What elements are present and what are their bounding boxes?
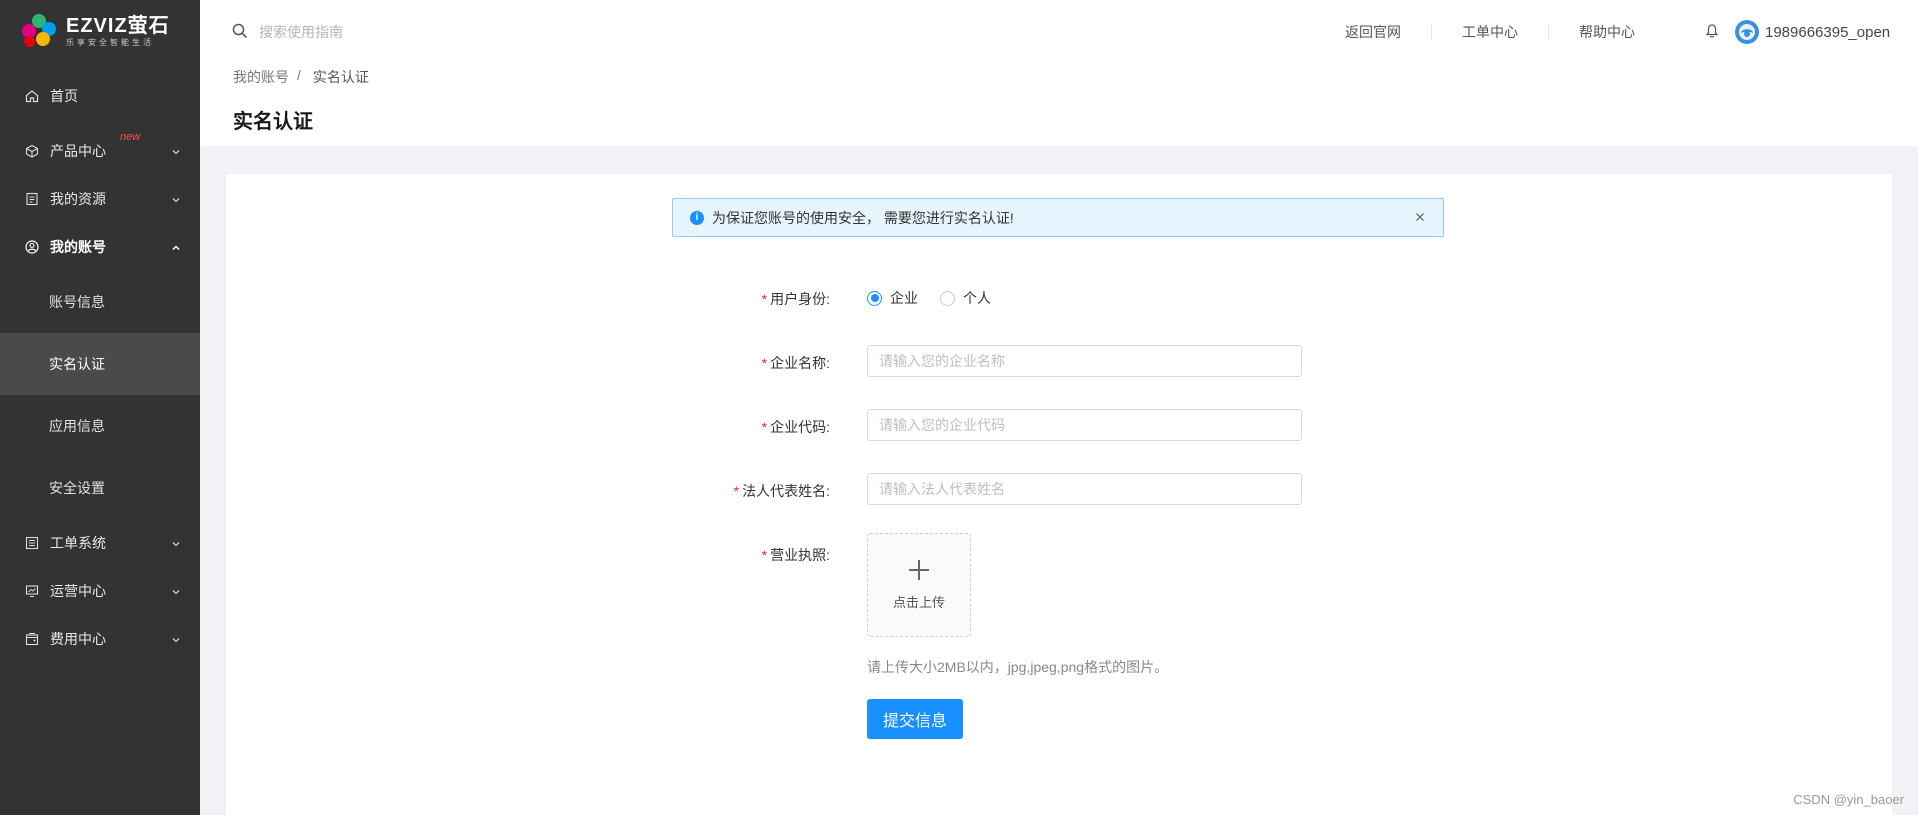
username[interactable]: 1989666395_open xyxy=(1765,24,1890,41)
submit-button[interactable]: 提交信息 xyxy=(867,699,963,739)
radio-individual-label[interactable]: 个人 xyxy=(963,288,991,308)
sidebar-item-home[interactable]: 首页 xyxy=(0,72,200,120)
page-title: 实名认证 xyxy=(233,111,313,133)
radio-enterprise[interactable] xyxy=(867,290,882,306)
chevron-down-icon xyxy=(170,585,182,597)
top-bar: 搜索使用指南 返回官网 工单中心 帮助中心 1989666395_open xyxy=(200,0,1918,64)
sidebar-item-operations[interactable]: 运营中心 xyxy=(0,567,200,615)
logo[interactable]: EZVIZ萤石 乐享安全智能生活 xyxy=(0,0,200,62)
chevron-down-icon xyxy=(170,537,182,549)
sidebar-item-label: 运营中心 xyxy=(50,583,106,599)
sidebar-item-account[interactable]: 我的账号 xyxy=(0,223,200,271)
breadcrumb-separator: / xyxy=(297,67,301,83)
sidebar-item-label: 我的账号 xyxy=(50,239,106,255)
user-circle-icon xyxy=(25,240,39,254)
identity-label: * 用户身份: xyxy=(761,291,830,307)
close-icon[interactable] xyxy=(1413,210,1427,224)
sidebar-item-label: 首页 xyxy=(50,88,78,104)
sidebar-item-products[interactable]: 产品中心 new xyxy=(0,127,200,175)
back-to-site-link[interactable]: 返回官网 xyxy=(1315,25,1432,39)
auth-form-card: i 为保证您账号的使用安全， 需要您进行实名认证! * 用户身份: 企业 个人 *… xyxy=(226,174,1892,815)
company-name-input[interactable] xyxy=(867,345,1302,377)
sidebar-item-label: 我的资源 xyxy=(50,191,106,207)
logo-brand: EZVIZ萤石 xyxy=(66,14,170,37)
radio-individual[interactable] xyxy=(940,290,955,306)
plus-icon xyxy=(909,559,929,580)
help-center-link[interactable]: 帮助中心 xyxy=(1549,25,1665,39)
sidebar-item-label: 工单系统 xyxy=(50,535,106,551)
alert-message: 为保证您账号的使用安全， 需要您进行实名认证! xyxy=(712,209,1014,226)
bell-icon[interactable] xyxy=(1705,23,1719,42)
sidebar-item-resources[interactable]: 我的资源 xyxy=(0,175,200,223)
document-icon xyxy=(25,192,39,206)
monitor-chart-icon xyxy=(25,584,39,598)
required-mark: * xyxy=(761,547,768,563)
ezviz-logo-icon xyxy=(20,12,58,50)
package-icon xyxy=(25,144,39,158)
info-icon: i xyxy=(690,210,704,225)
sidebar-item-label: 费用中心 xyxy=(50,631,106,647)
search-box[interactable]: 搜索使用指南 xyxy=(232,22,343,42)
sidebar-item-billing[interactable]: 费用中心 xyxy=(0,615,200,663)
company-name-label: * 企业名称: xyxy=(761,355,830,371)
logo-slogan: 乐享安全智能生活 xyxy=(66,37,154,47)
breadcrumb-parent-link[interactable]: 我的账号 xyxy=(233,67,289,87)
breadcrumb-current: 实名认证 xyxy=(312,69,369,85)
sidebar-subitem-account-info[interactable]: 账号信息 xyxy=(0,271,200,333)
breadcrumb: 我的账号 / 实名认证 xyxy=(233,67,369,87)
required-mark: * xyxy=(761,291,768,307)
company-code-label: * 企业代码: xyxy=(761,419,830,435)
sidebar-item-tickets[interactable]: 工单系统 xyxy=(0,519,200,567)
home-icon xyxy=(25,89,39,103)
chevron-down-icon xyxy=(170,145,182,157)
license-label: * 营业执照: xyxy=(761,547,830,563)
avatar[interactable] xyxy=(1735,20,1759,44)
required-mark: * xyxy=(761,419,768,435)
sidebar-subitem-real-name-auth[interactable]: 实名认证 xyxy=(0,333,200,395)
identity-radio-group: 企业 个人 xyxy=(867,288,1013,308)
company-code-input[interactable] xyxy=(867,409,1302,441)
upload-hint: 请上传大小2MB以内，jpg,jpeg,png格式的图片。 xyxy=(867,659,1169,675)
sidebar-subitem-security-settings[interactable]: 安全设置 xyxy=(0,457,200,519)
sidebar: EZVIZ萤石 乐享安全智能生活 首页 产品中心 new 我的资源 我的账号 账… xyxy=(0,0,200,815)
search-icon[interactable] xyxy=(232,23,248,42)
chevron-down-icon xyxy=(170,193,182,205)
legal-rep-label: * 法人代表姓名: xyxy=(733,483,830,499)
legal-rep-input[interactable] xyxy=(867,473,1302,505)
required-mark: * xyxy=(761,355,768,371)
wallet-icon xyxy=(25,632,39,646)
user-menu[interactable]: 1989666395_open xyxy=(1705,0,1890,64)
upload-label: 点击上传 xyxy=(892,594,945,610)
required-mark: * xyxy=(733,483,740,499)
info-alert: i 为保证您账号的使用安全， 需要您进行实名认证! xyxy=(672,198,1444,237)
watermark: CSDN @yin_baoer xyxy=(1793,792,1904,807)
sidebar-subitem-app-info[interactable]: 应用信息 xyxy=(0,395,200,457)
license-upload[interactable]: 点击上传 xyxy=(867,533,971,637)
list-icon xyxy=(25,536,39,550)
top-links: 返回官网 工单中心 帮助中心 xyxy=(1315,0,1665,64)
search-input[interactable]: 搜索使用指南 xyxy=(259,22,343,42)
radio-enterprise-label[interactable]: 企业 xyxy=(890,288,918,308)
page-header: 搜索使用指南 返回官网 工单中心 帮助中心 1989666395_open 我的… xyxy=(200,0,1918,146)
chevron-down-icon xyxy=(170,633,182,645)
ticket-center-link[interactable]: 工单中心 xyxy=(1432,25,1549,39)
sidebar-item-label: 产品中心 xyxy=(50,143,106,159)
chevron-up-icon xyxy=(170,241,182,253)
new-badge: new xyxy=(120,131,141,143)
